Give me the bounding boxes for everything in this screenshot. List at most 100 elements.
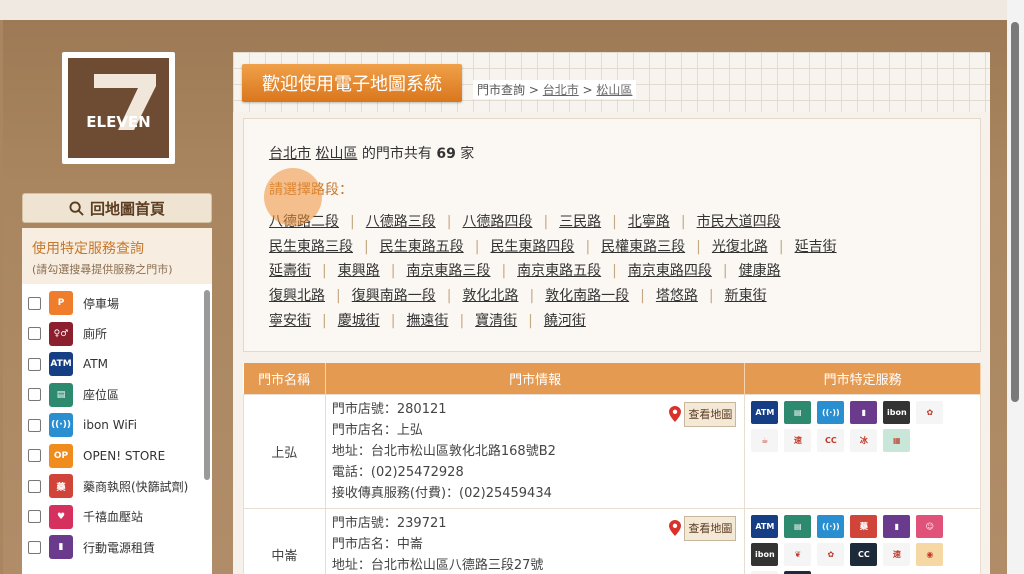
service-checkbox[interactable] [28,357,41,371]
service-label: ibon WiFi [83,418,138,432]
road-link[interactable]: 八德路三段 [366,214,436,230]
road-link[interactable]: 慶城街 [338,313,380,329]
citycafe-dark2-icon: CC [784,570,812,574]
store-info: 門市店號：239721 門市店名：中崙 地址：台北市松山區八德路三段27號 查看地圖 [324,507,746,574]
ibon-icon: ibon [751,542,779,566]
parking-icon: P [49,291,73,315]
road-link[interactable]: 光復北路 [712,239,768,255]
store-services: ATM▤((·))藥▮☺ibon❦✿CC速◉CCCC [744,507,981,574]
service-filter-subtitle: (請勾選搜尋提供服務之門市) [32,263,173,276]
store-info-line: 地址：台北市松山區八德路三段27號 [331,557,544,573]
road-link[interactable]: 新東街 [725,288,767,304]
road-select-box: 台北市 松山區 的門市共有 69 家 請選擇路段： 八德路二段|八德路三段|八德… [243,118,981,352]
road-link[interactable]: 民生東路四段 [490,239,574,255]
service-checkbox[interactable] [28,510,41,523]
store-table-body: 上弘 門市店號：280121 門市店名：上弘 地址：台北市松山區敦化北路168號B2 電… [243,393,981,574]
road-separator: | [640,288,645,305]
road-link[interactable]: 民生東路三段 [269,239,353,255]
road-link[interactable]: 敦化北路 [462,288,518,304]
road-link[interactable]: 撫遠街 [406,313,448,329]
road-link[interactable]: 三民路 [559,214,601,230]
page-scrollbar-thumb[interactable] [1011,22,1019,402]
view-map-button[interactable]: 查看地圖 [669,401,737,427]
road-row: 復興北路 | 復興南路一段 | 敦化北路 | 敦化南路一段 | 塔悠路 | 新東街 [269,285,767,305]
pharmacy-icon: 藥 [850,514,878,538]
breadcrumb: 門市查詢 > 台北市 > 松山區 [473,80,637,99]
road-link[interactable]: 延吉街 [795,239,837,255]
service-label: 藥商執照(快篩試劑) [83,479,189,494]
table-row: 上弘 門市店號：280121 門市店名：上弘 地址：台北市松山區敦化北路168號B2 電… [243,393,981,509]
service-checkbox[interactable] [28,296,41,310]
road-link[interactable]: 南京東路五段 [517,263,601,279]
road-separator: | [543,214,549,230]
seven-eleven-logo[interactable]: ELEVEN [62,52,175,164]
sidebar-scrollbar[interactable] [204,290,210,480]
service-filter-item[interactable]: OP OPEN! STORE [28,443,165,469]
bill-icon: ▦ [883,428,911,452]
delivery-icon: 速 [883,542,911,566]
service-filter-item[interactable]: P 停車場 [28,290,119,316]
service-filter-item[interactable]: ▮ 行動電源租賃 [28,534,155,560]
road-link[interactable]: 復興北路 [269,288,325,304]
road-link[interactable]: 寶清街 [475,313,517,329]
service-filter-panel: 使用特定服務查詢 (請勾選搜尋提供服務之門市) P 停車場 ♀♂ 廁所 ATM ATM ▤ 座… [22,228,212,574]
service-checkbox[interactable] [28,479,41,493]
road-separator: | [501,263,507,280]
service-filter-item[interactable]: ♥ 千禧血壓站 [28,504,143,530]
road-separator: | [612,214,617,230]
road-separator: | [446,214,452,230]
store-table: 門市名稱 門市情報 門市特定服務 上弘 門市店號：280121 門市店名：上弘 地址：… [243,363,981,574]
service-filter-item[interactable]: 藥藥商執照(快篩試劑) [28,473,188,499]
service-checkbox[interactable] [28,388,41,401]
atm-icon: ATM [751,514,779,538]
breadcrumb-sep: > [578,83,597,97]
road-link[interactable]: 復興南路一段 [352,288,436,304]
road-link[interactable]: 塔悠路 [656,288,698,304]
road-link[interactable]: 民權東路三段 [601,239,685,255]
seating-icon: ▤ [49,382,73,407]
ice-icon: 冰 [850,428,878,452]
citycafe-icon: CC [817,428,845,452]
store-name: 中崙 [243,507,326,574]
service-filter-item[interactable]: ATM ATM [28,351,108,377]
ibon-icon: ibon [883,400,911,424]
count-city-link[interactable]: 台北市 [269,146,311,162]
road-link[interactable]: 北寧路 [628,214,670,230]
service-label: 座位區 [83,388,120,402]
road-link[interactable]: 八德路四段 [462,214,532,230]
road-link[interactable]: 健康路 [739,263,781,279]
road-link[interactable]: 市民大道四段 [697,214,781,230]
service-checkbox[interactable] [28,540,41,554]
home-map-button[interactable]: 回地圖首頁 [22,193,212,223]
breadcrumb-district[interactable]: 松山區 [596,83,632,97]
road-link[interactable]: 寧安街 [269,313,311,329]
view-map-button[interactable]: 查看地圖 [669,515,737,541]
service-checkbox[interactable] [28,418,41,432]
road-link[interactable]: 饒河街 [544,313,586,329]
header-store-services: 門市特定服務 [744,363,981,394]
road-link[interactable]: 南京東路四段 [628,263,712,279]
road-row: 民生東路三段 | 民生東路五段 | 民生東路四段 | 民權東路三段 | 光復北路 | 延吉街 [269,236,837,256]
service-filter-item[interactable]: ((·)) ibon WiFi [28,412,137,438]
view-map-label: 查看地圖 [684,515,737,541]
road-separator: | [778,238,784,255]
service-checkbox[interactable] [28,327,41,340]
road-row: 八德路二段|八德路三段|八德路四段|三民路|北寧路|市民大道四段 [269,211,781,231]
count-district-link[interactable]: 松山區 [315,146,357,162]
store-count: 69 [436,146,456,162]
service-filter-item[interactable]: ♀♂ 廁所 [28,321,107,347]
road-link[interactable]: 東興路 [338,263,380,279]
citycafe-icon: CC [751,570,779,574]
road-link[interactable]: 南京東路三段 [406,263,490,279]
road-link[interactable]: 民生東路五段 [380,239,464,255]
service-label: 停車場 [83,296,120,311]
service-filter-item[interactable]: ▤ 座位區 [28,382,119,408]
service-filter-title: 使用特定服務查詢 [32,241,144,257]
service-checkbox[interactable] [28,449,41,462]
seating-icon: ▤ [784,400,812,424]
road-link[interactable]: 敦化南路一段 [545,288,629,304]
table-row: 中崙 門市店號：239721 門市店名：中崙 地址：台北市松山區八德路三段27號 查看地… [243,507,981,574]
breadcrumb-city[interactable]: 台北市 [543,83,579,97]
logo-word: ELEVEN [86,113,151,131]
road-link[interactable]: 延壽街 [269,263,311,279]
